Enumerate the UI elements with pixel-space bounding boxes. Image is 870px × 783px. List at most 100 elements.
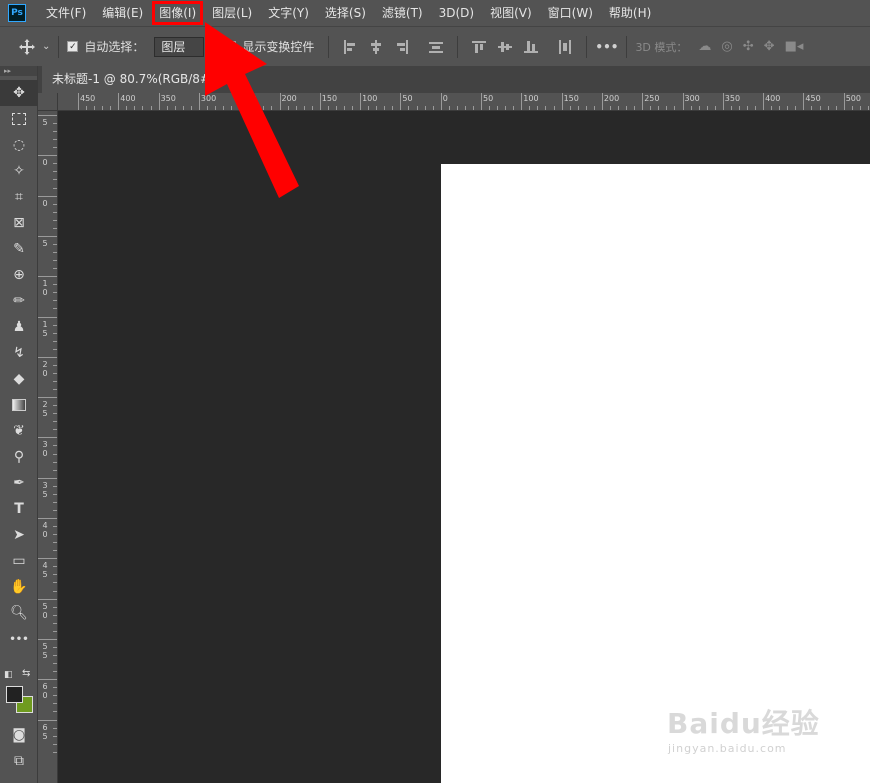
eraser-tool-icon[interactable]: ◆	[0, 366, 38, 392]
move-tool-preset-button[interactable]	[18, 38, 36, 56]
vertical-ruler[interactable]: 5 0 0 5 1 0 1 5 2 0 2 5 3 0 3 5 4 0 4 5 5 0 5 5 6 0 6 5	[38, 111, 58, 783]
menu-file[interactable]: 文件(F)	[38, 0, 94, 26]
ruler-minor-tick	[174, 106, 176, 110]
dodge-tool-icon[interactable]: ⚲	[0, 444, 38, 470]
ruler-minor-tick	[53, 566, 57, 568]
ruler-tick	[722, 93, 724, 110]
canvas-area[interactable]	[59, 111, 870, 783]
path-selection-tool-icon[interactable]: ➤	[0, 522, 38, 548]
history-brush-tool-icon[interactable]: ↯	[0, 340, 38, 366]
screen-mode-icon[interactable]: ⧉	[0, 748, 38, 774]
ruler-minor-tick	[53, 364, 57, 366]
menu-filter[interactable]: 滤镜(T)	[374, 0, 431, 26]
ruler-tick	[38, 276, 57, 278]
ruler-minor-tick	[53, 453, 57, 455]
slide-3d-icon[interactable]: ✥	[764, 39, 775, 54]
ruler-tick	[158, 93, 160, 110]
distribute-vertical-icon[interactable]	[558, 39, 572, 54]
drag-3d-icon[interactable]: ✣	[743, 39, 754, 54]
align-left-icon[interactable]	[343, 39, 357, 54]
ruler-minor-tick	[53, 300, 57, 302]
ruler-label: 100	[523, 94, 539, 103]
hand-tool-icon[interactable]: ✋	[0, 574, 38, 600]
watermark: Baidu经验 jingyan.baidu.com	[662, 688, 832, 760]
blur-tool-icon[interactable]: ❦	[0, 418, 38, 444]
ruler-minor-tick	[424, 106, 426, 110]
crop-tool-icon[interactable]: ⌗	[0, 184, 38, 210]
quick-mask-icon[interactable]: ◙	[0, 722, 38, 748]
rectangle-tool-icon[interactable]: ▭	[0, 548, 38, 574]
ruler-minor-tick	[134, 106, 136, 110]
ruler-minor-tick	[53, 550, 57, 552]
ruler-minor-tick	[53, 703, 57, 705]
menu-help[interactable]: 帮助(H)	[601, 0, 659, 26]
ruler-minor-tick	[771, 106, 773, 110]
collapse-panel-icon[interactable]: ▸▸	[0, 66, 37, 76]
gradient-tool-icon[interactable]	[0, 392, 38, 418]
align-right-icon[interactable]	[395, 39, 409, 54]
ruler-minor-tick	[53, 606, 57, 608]
edit-toolbar-icon[interactable]: •••	[0, 626, 38, 652]
ruler-tick	[319, 93, 321, 110]
ruler-tick	[38, 397, 57, 399]
zoom-tool-icon[interactable]: 🔍︎	[0, 600, 38, 626]
frame-tool-icon[interactable]: ⊠	[0, 210, 38, 236]
distribute-horizontal-icon[interactable]	[429, 40, 444, 54]
menu-select[interactable]: 选择(S)	[317, 0, 374, 26]
ruler-label: 150	[321, 94, 338, 103]
ruler-corner[interactable]	[38, 93, 58, 111]
marquee-tool-icon[interactable]	[0, 106, 38, 132]
ruler-label: 0	[442, 94, 448, 103]
ruler-minor-tick	[376, 106, 378, 110]
orbit-3d-icon[interactable]: ☁	[698, 39, 711, 54]
ruler-minor-tick	[666, 106, 668, 110]
foreground-color-swatch[interactable]	[6, 686, 23, 703]
watermark-brand: Baidu经验	[667, 707, 820, 740]
document-tab[interactable]: 未标题-1 @ 80.7%(RGB/8#)	[42, 66, 215, 93]
horizontal-ruler[interactable]: 4504003503002502001501005005010015020025…	[58, 93, 870, 111]
chevron-down-icon[interactable]: ⌄	[42, 41, 50, 52]
lasso-tool-icon[interactable]: ◌	[0, 132, 38, 158]
ruler-tick	[38, 437, 57, 439]
ruler-minor-tick	[53, 509, 57, 511]
menu-view[interactable]: 视图(V)	[482, 0, 540, 26]
type-tool-icon[interactable]: T	[0, 496, 38, 522]
eyedropper-tool-icon[interactable]: ✎	[0, 236, 38, 262]
menu-window[interactable]: 窗口(W)	[540, 0, 601, 26]
ruler-minor-tick	[53, 534, 57, 536]
auto-select-checkbox[interactable]: ✓	[67, 41, 79, 52]
ruler-minor-tick	[53, 405, 57, 407]
align-vertical-center-icon[interactable]	[498, 40, 513, 54]
menu-3d[interactable]: 3D(D)	[431, 0, 482, 26]
camera-3d-icon[interactable]: ■◂	[785, 39, 804, 54]
align-bottom-icon[interactable]	[524, 40, 539, 54]
more-options-button[interactable]: •••	[595, 40, 618, 54]
magic-wand-tool-icon[interactable]: ✧	[0, 158, 38, 184]
photoshop-logo: Ps	[8, 4, 26, 22]
move-tool-icon[interactable]: ✥	[0, 80, 38, 106]
pen-tool-icon[interactable]: ✒	[0, 470, 38, 496]
brush-tool-icon[interactable]: ✏	[0, 288, 38, 314]
ruler-minor-tick	[190, 106, 192, 110]
ruler-minor-tick	[53, 324, 57, 326]
ruler-minor-tick	[497, 106, 499, 110]
align-top-icon[interactable]	[472, 40, 487, 54]
spot-healing-tool-icon[interactable]: ⊕	[0, 262, 38, 288]
menu-edit[interactable]: 编辑(E)	[94, 0, 151, 26]
swap-colors-icon[interactable]: ⇆	[22, 668, 30, 679]
ruler-minor-tick	[472, 106, 474, 110]
align-horizontal-center-icon[interactable]	[369, 39, 383, 54]
ruler-tick	[38, 558, 57, 560]
ruler-minor-tick	[53, 284, 57, 286]
stamp-tool-icon[interactable]: ♟	[0, 314, 38, 340]
roll-3d-icon[interactable]: ◎	[721, 39, 732, 54]
ruler-label: 5	[42, 238, 48, 248]
ruler-tick	[118, 93, 120, 110]
ruler-minor-tick	[392, 106, 394, 110]
ruler-minor-tick	[384, 106, 386, 110]
ruler-minor-tick	[53, 292, 57, 294]
ruler-label: 350	[160, 94, 176, 103]
default-colors-icon[interactable]: ◧	[4, 670, 13, 680]
ruler-tick	[38, 316, 57, 318]
ruler-tick	[803, 93, 805, 110]
